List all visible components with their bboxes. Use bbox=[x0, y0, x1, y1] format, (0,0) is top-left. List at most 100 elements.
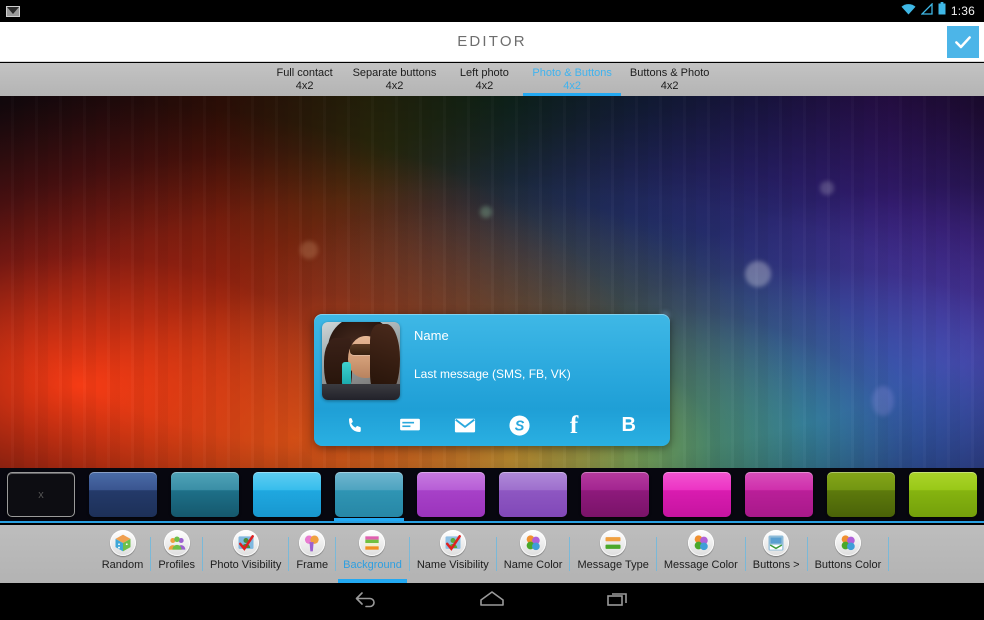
status-bar: 1:36 bbox=[0, 0, 984, 22]
swatch-swatch bbox=[417, 472, 485, 517]
email-button[interactable] bbox=[437, 404, 492, 446]
swatch-swatch bbox=[581, 472, 649, 517]
layout-tabs: Full contact 4x2 Separate buttons 4x2 Le… bbox=[0, 63, 984, 96]
widget-top-row: Name Last message (SMS, FB, VK) bbox=[314, 314, 670, 404]
contact-name: Name bbox=[414, 328, 449, 343]
tab-separate-buttons[interactable]: Separate buttons 4x2 bbox=[344, 63, 446, 96]
toolbar-item-background[interactable]: Background bbox=[336, 525, 409, 583]
toolbar-item-label: Photo Visibility bbox=[210, 559, 282, 571]
tab-left-photo[interactable]: Left photo 4x2 bbox=[445, 63, 523, 96]
back-icon bbox=[353, 589, 379, 614]
swatch-olive[interactable] bbox=[820, 468, 902, 521]
check-icon bbox=[953, 32, 973, 52]
contact-widget-card[interactable]: Name Last message (SMS, FB, VK) S f B bbox=[314, 314, 670, 446]
swatch-magenta-dark[interactable] bbox=[574, 468, 656, 521]
recents-icon bbox=[605, 589, 631, 614]
page-title: EDITOR bbox=[457, 33, 527, 50]
tab-label: Left photo bbox=[459, 67, 509, 79]
android-screen: 1:36 EDITOR Full contact 4x2 Separate bu… bbox=[0, 0, 984, 620]
skype-button[interactable]: S bbox=[492, 404, 547, 446]
status-bar-notifications bbox=[6, 5, 20, 17]
vk-button[interactable]: B bbox=[601, 404, 656, 446]
wifi-icon bbox=[901, 2, 916, 20]
swatch-swatch bbox=[89, 472, 157, 517]
facebook-button[interactable]: f bbox=[547, 404, 602, 446]
swatch-swatch bbox=[909, 472, 977, 517]
svg-text:S: S bbox=[515, 418, 525, 434]
swatch-lime[interactable] bbox=[902, 468, 984, 521]
toolbar-item-label: Background bbox=[343, 559, 402, 571]
confirm-button[interactable] bbox=[947, 26, 979, 58]
action-bar: EDITOR bbox=[0, 22, 984, 62]
toolbar-item-label: Buttons Color bbox=[814, 559, 882, 571]
toolbar-item-message-color[interactable]: Message Color bbox=[657, 525, 745, 583]
recents-button[interactable] bbox=[595, 586, 641, 618]
toolbar-item-message-type[interactable]: Message Type bbox=[570, 525, 655, 583]
toolbar-item-random[interactable]: Random bbox=[95, 525, 151, 583]
swatch-dark-blue[interactable] bbox=[82, 468, 164, 521]
buttons-icon bbox=[763, 530, 790, 556]
toolbar-item-label: Message Type bbox=[577, 559, 649, 571]
toolbar-divider bbox=[888, 537, 890, 571]
swatch-pink-magenta[interactable] bbox=[738, 468, 820, 521]
toolbar-item-name-color[interactable]: Name Color bbox=[497, 525, 570, 583]
tab-photo-and-buttons[interactable]: Photo & Buttons 4x2 bbox=[523, 63, 621, 96]
message-type-icon bbox=[600, 530, 627, 556]
gmail-icon bbox=[6, 5, 20, 17]
swatch-magenta[interactable] bbox=[656, 468, 738, 521]
toolbar-item-profiles[interactable]: Profiles bbox=[151, 525, 202, 583]
phone-button[interactable] bbox=[328, 404, 383, 446]
swatch-violet[interactable] bbox=[492, 468, 574, 521]
toolbar-item-label: Profiles bbox=[158, 559, 195, 571]
tab-size: 4x2 bbox=[385, 80, 404, 92]
toolbar-item-photo-visibility[interactable]: Photo Visibility bbox=[203, 525, 288, 583]
toolbar-item-label: Message Color bbox=[663, 559, 738, 571]
tab-label: Full contact bbox=[276, 67, 333, 79]
android-nav-bar bbox=[0, 583, 984, 620]
home-button[interactable] bbox=[469, 586, 515, 618]
background-icon bbox=[359, 530, 386, 556]
toolbar-item-label: Buttons > bbox=[752, 559, 800, 571]
widget-preview-area[interactable]: Name Last message (SMS, FB, VK) S f B bbox=[0, 96, 984, 468]
tab-size: 4x2 bbox=[295, 80, 314, 92]
swatch-swatch bbox=[663, 472, 731, 517]
status-bar-system: 1:36 bbox=[901, 2, 978, 20]
tab-buttons-and-photo[interactable]: Buttons & Photo 4x2 bbox=[621, 63, 719, 96]
facebook-icon: f bbox=[569, 411, 579, 439]
avatar[interactable] bbox=[322, 322, 400, 400]
swatch-light-blue[interactable] bbox=[246, 468, 328, 521]
swatch-teal[interactable] bbox=[164, 468, 246, 521]
swatch-sky-blue[interactable] bbox=[328, 468, 410, 521]
last-message: Last message (SMS, FB, VK) bbox=[414, 367, 571, 381]
frame-icon bbox=[299, 530, 326, 556]
tab-size: 4x2 bbox=[475, 80, 494, 92]
battery-icon bbox=[938, 2, 946, 20]
email-icon bbox=[454, 417, 476, 434]
toolbar-item-buttons-color[interactable]: Buttons Color bbox=[808, 525, 889, 583]
background-color-swatches[interactable]: x bbox=[0, 468, 984, 523]
toolbar-item-label: Name Color bbox=[503, 559, 563, 571]
editor-toolbar: Random Profiles Photo Visibility Frame B… bbox=[0, 525, 984, 583]
toolbar-item-label: Random bbox=[101, 559, 144, 571]
toolbar-item-label: Frame bbox=[296, 559, 329, 571]
color-palette-icon bbox=[834, 530, 861, 556]
swatch-swatch bbox=[171, 472, 239, 517]
tab-full-contact[interactable]: Full contact 4x2 bbox=[266, 63, 344, 96]
swatch-none[interactable]: x bbox=[0, 468, 82, 521]
people-icon bbox=[163, 530, 190, 556]
tab-size: 4x2 bbox=[563, 80, 582, 92]
swatch-orchid[interactable] bbox=[410, 468, 492, 521]
swatch-swatch bbox=[745, 472, 813, 517]
toolbar-item-buttons[interactable]: Buttons > bbox=[746, 525, 807, 583]
name-visibility-icon bbox=[439, 530, 466, 556]
sms-button[interactable] bbox=[383, 404, 438, 446]
back-button[interactable] bbox=[343, 586, 389, 618]
toolbar-item-name-visibility[interactable]: Name Visibility bbox=[410, 525, 496, 583]
color-palette-icon bbox=[687, 530, 714, 556]
phone-icon bbox=[345, 415, 366, 436]
status-bar-clock: 1:36 bbox=[950, 4, 975, 18]
photo-visibility-icon bbox=[232, 530, 259, 556]
toolbar-item-frame[interactable]: Frame bbox=[289, 525, 335, 583]
tab-label: Photo & Buttons bbox=[532, 67, 612, 79]
swatch-swatch bbox=[499, 472, 567, 517]
